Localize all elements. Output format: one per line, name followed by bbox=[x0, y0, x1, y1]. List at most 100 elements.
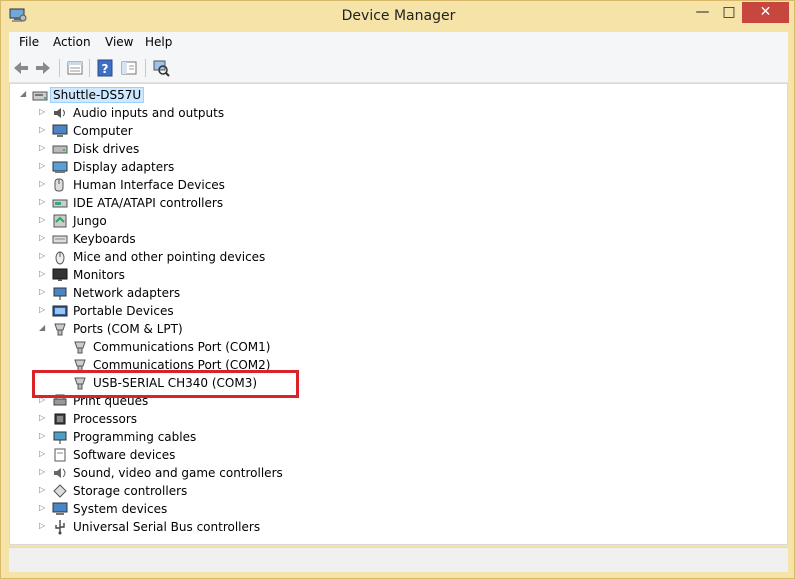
software-icon bbox=[54, 448, 66, 462]
tree-category-label: Human Interface Devices bbox=[73, 178, 225, 192]
tree-category-label: Storage controllers bbox=[73, 484, 188, 498]
tree-category-mouse[interactable]: ▷ Mice and other pointing devices bbox=[10, 248, 510, 266]
expand-arrow-icon[interactable]: ▷ bbox=[39, 251, 47, 260]
expand-arrow-icon[interactable]: ▷ bbox=[39, 125, 47, 134]
expand-arrow-icon[interactable]: ▷ bbox=[39, 107, 47, 116]
maximize-button[interactable]: □ bbox=[716, 2, 742, 23]
tree-category-cable[interactable]: ▷ Programming cables bbox=[10, 428, 510, 446]
tree-category-label: Processors bbox=[73, 412, 138, 426]
tree-category-software[interactable]: ▷ Software devices bbox=[10, 446, 510, 464]
tree-category-disk[interactable]: ▷ Disk drives bbox=[10, 140, 510, 158]
computer-root-icon bbox=[32, 91, 48, 101]
expand-arrow-icon[interactable]: ▷ bbox=[39, 287, 47, 296]
tree-category-port[interactable]: ◢ Ports (COM & LPT) bbox=[10, 320, 510, 338]
monitor-icon bbox=[52, 268, 68, 281]
tree-category-display[interactable]: ▷ Display adapters bbox=[10, 158, 510, 176]
properties-view-icon[interactable] bbox=[65, 58, 85, 78]
expand-arrow-icon[interactable]: ▷ bbox=[39, 215, 47, 224]
collapse-arrow-icon[interactable]: ◢ bbox=[20, 89, 28, 98]
tree-category-sound[interactable]: ▷ Sound, video and game controllers bbox=[10, 464, 510, 482]
tree-root[interactable]: ◢ Shuttle-DS57U bbox=[10, 86, 310, 104]
expand-arrow-icon[interactable]: ▷ bbox=[39, 269, 47, 278]
collapse-arrow-icon[interactable]: ◢ bbox=[39, 323, 47, 332]
jungo-icon bbox=[53, 214, 67, 228]
sound-icon bbox=[54, 468, 66, 478]
tree-category-label: Programming cables bbox=[73, 430, 197, 444]
device-tree[interactable]: ◢ Shuttle-DS57U ▷ Audio inputs and output… bbox=[9, 83, 788, 545]
menu-view[interactable]: View bbox=[105, 35, 133, 49]
scan-hardware-icon[interactable] bbox=[151, 58, 171, 78]
network-icon bbox=[53, 287, 67, 300]
computer-icon bbox=[52, 124, 68, 137]
tree-category-label: Network adapters bbox=[73, 286, 181, 300]
console-tree-icon[interactable] bbox=[119, 58, 139, 78]
tree-category-ide[interactable]: ▷ IDE ATA/ATAPI controllers bbox=[10, 194, 510, 212]
tree-category-system[interactable]: ▷ System devices bbox=[10, 500, 510, 518]
expand-arrow-icon[interactable]: ▷ bbox=[39, 485, 47, 494]
tree-category-label: Portable Devices bbox=[73, 304, 174, 318]
tree-category-label: Computer bbox=[73, 124, 133, 138]
toolbar-separator bbox=[145, 59, 146, 77]
tree-category-portable[interactable]: ▷ Portable Devices bbox=[10, 302, 510, 320]
minimize-button[interactable]: — bbox=[689, 2, 716, 23]
expand-arrow-icon[interactable]: ▷ bbox=[39, 521, 47, 530]
tree-category-hid[interactable]: ▷ Human Interface Devices bbox=[10, 176, 510, 194]
port-device-icon bbox=[74, 341, 86, 354]
tree-category-computer[interactable]: ▷ Computer bbox=[10, 122, 510, 140]
expand-arrow-icon[interactable]: ▷ bbox=[39, 431, 47, 440]
expand-arrow-icon[interactable]: ▷ bbox=[39, 197, 47, 206]
tree-category-network[interactable]: ▷ Network adapters bbox=[10, 284, 510, 302]
tree-category-jungo[interactable]: ▷ Jungo bbox=[10, 212, 510, 230]
expand-arrow-icon[interactable]: ▷ bbox=[39, 233, 47, 242]
tree-category-label: Software devices bbox=[73, 448, 176, 462]
device-manager-window: Device Manager — □ ✕ File Action View He… bbox=[0, 0, 795, 579]
toolbar-separator bbox=[89, 59, 90, 77]
expand-arrow-icon[interactable]: ▷ bbox=[39, 161, 47, 170]
expand-arrow-icon[interactable]: ▷ bbox=[39, 305, 47, 314]
highlight-box bbox=[32, 370, 299, 398]
tree-category-label: Audio inputs and outputs bbox=[73, 106, 225, 120]
tree-category-keyboard[interactable]: ▷ Keyboards bbox=[10, 230, 510, 248]
tree-category-label: Ports (COM & LPT) bbox=[73, 322, 183, 336]
tree-category-label: Monitors bbox=[73, 268, 125, 282]
mouse-icon bbox=[55, 251, 65, 265]
expand-arrow-icon[interactable]: ▷ bbox=[39, 413, 47, 422]
toolbar: ? bbox=[9, 54, 788, 83]
tree-device-label: Communications Port (COM1) bbox=[93, 340, 271, 354]
tree-category-label: Jungo bbox=[73, 214, 107, 228]
tree-category-label: Keyboards bbox=[73, 232, 136, 246]
port-icon bbox=[54, 323, 66, 336]
tree-device-port-1[interactable]: Communications Port (COM1) bbox=[10, 338, 510, 356]
tree-category-label: Display adapters bbox=[73, 160, 175, 174]
expand-arrow-icon[interactable]: ▷ bbox=[39, 179, 47, 188]
keyboard-icon bbox=[52, 235, 68, 244]
tree-category-label: Disk drives bbox=[73, 142, 140, 156]
menu-action[interactable]: Action bbox=[53, 35, 91, 49]
expand-arrow-icon[interactable]: ▷ bbox=[39, 449, 47, 458]
expand-arrow-icon[interactable]: ▷ bbox=[39, 143, 47, 152]
close-button[interactable]: ✕ bbox=[742, 2, 789, 23]
forward-icon[interactable] bbox=[33, 58, 53, 78]
tree-category-monitor[interactable]: ▷ Monitors bbox=[10, 266, 510, 284]
tree-category-storage[interactable]: ▷ Storage controllers bbox=[10, 482, 510, 500]
disk-icon bbox=[52, 145, 68, 154]
processor-icon bbox=[54, 413, 66, 425]
usb-icon bbox=[55, 520, 65, 535]
tree-category-label: Universal Serial Bus controllers bbox=[73, 520, 261, 534]
tree-category-processor[interactable]: ▷ Processors bbox=[10, 410, 510, 428]
system-icon bbox=[52, 502, 68, 515]
back-icon[interactable] bbox=[11, 58, 31, 78]
menu-help[interactable]: Help bbox=[145, 35, 172, 49]
tree-category-label: Sound, video and game controllers bbox=[73, 466, 283, 480]
menu-file[interactable]: File bbox=[19, 35, 39, 49]
tree-category-label: IDE ATA/ATAPI controllers bbox=[73, 196, 224, 210]
expand-arrow-icon[interactable]: ▷ bbox=[39, 467, 47, 476]
tree-root-label: Shuttle-DS57U bbox=[50, 87, 145, 103]
title-bar[interactable]: Device Manager — □ ✕ bbox=[1, 1, 795, 31]
expand-arrow-icon[interactable]: ▷ bbox=[39, 503, 47, 512]
portable-icon bbox=[52, 305, 68, 317]
tree-category-label: Mice and other pointing devices bbox=[73, 250, 266, 264]
tree-category-speaker[interactable]: ▷ Audio inputs and outputs bbox=[10, 104, 510, 122]
tree-category-usb[interactable]: ▷ Universal Serial Bus controllers bbox=[10, 518, 510, 536]
help-icon[interactable]: ? bbox=[95, 58, 115, 78]
